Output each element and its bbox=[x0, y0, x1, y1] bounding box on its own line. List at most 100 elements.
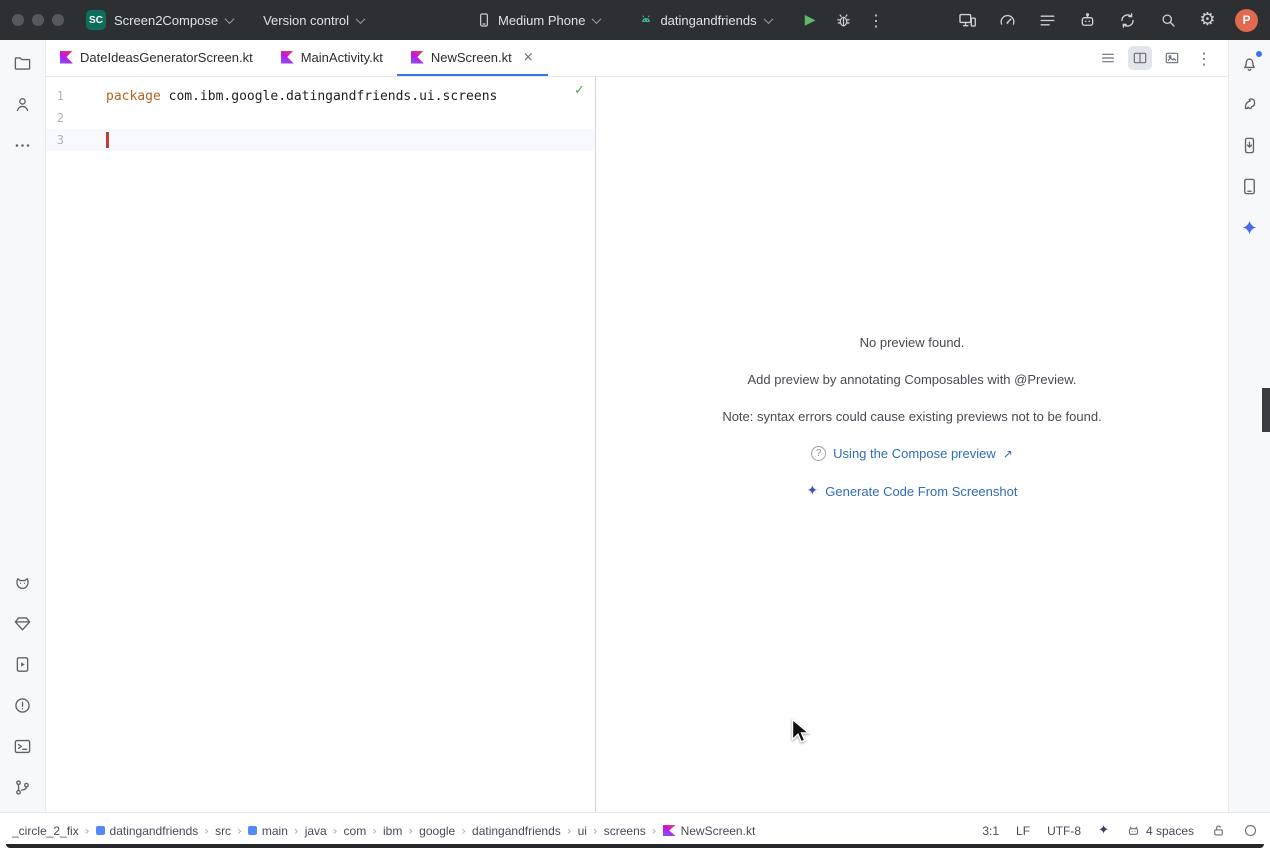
breadcrumb-item[interactable]: main bbox=[248, 824, 288, 838]
more-actions-button[interactable]: ⋮ bbox=[864, 8, 889, 33]
indent-widget[interactable]: 4 spaces bbox=[1126, 823, 1194, 838]
breadcrumb-item[interactable]: _circle_2_fix bbox=[12, 824, 79, 838]
device-explorer-button[interactable] bbox=[1235, 130, 1265, 160]
line-number[interactable]: 1 bbox=[46, 89, 64, 103]
device-manager-button[interactable] bbox=[1235, 171, 1265, 201]
breadcrumb-item[interactable]: com bbox=[344, 824, 367, 838]
more-vertical-icon: ⋮ bbox=[1196, 49, 1212, 68]
window-bottom-edge bbox=[6, 844, 1264, 848]
caret-position-widget[interactable]: 3:1 bbox=[982, 824, 999, 838]
code-line-3[interactable]: 3 bbox=[46, 129, 595, 151]
search-everywhere-button[interactable] bbox=[1155, 8, 1180, 33]
phone-icon bbox=[476, 12, 492, 28]
chevron-down-icon bbox=[225, 14, 235, 24]
run-configuration-selector[interactable]: datingandfriends bbox=[630, 6, 779, 34]
breadcrumb-separator: › bbox=[593, 824, 598, 838]
inspections-ok-icon[interactable]: ✓ bbox=[574, 83, 585, 98]
gem-icon bbox=[13, 614, 32, 633]
project-selector[interactable]: Screen2Compose bbox=[106, 6, 241, 34]
running-devices-button[interactable] bbox=[8, 649, 38, 679]
sparkle-icon: ✦ bbox=[807, 483, 819, 499]
app-quality-insights-button[interactable] bbox=[8, 608, 38, 638]
indent-label: 4 spaces bbox=[1146, 824, 1194, 838]
line-number[interactable]: 3 bbox=[46, 133, 64, 147]
device-manager-icon bbox=[1240, 177, 1259, 196]
kotlin-file-icon bbox=[281, 51, 294, 64]
settings-button[interactable]: ⚙ bbox=[1195, 8, 1220, 33]
encoding-widget[interactable]: UTF-8 bbox=[1047, 824, 1081, 838]
tab-dateideasgeneratorscreen[interactable]: DateIdeasGeneratorScreen.kt bbox=[46, 40, 267, 76]
generate-code-link[interactable]: ✦ Generate Code From Screenshot bbox=[807, 483, 1018, 499]
code-view-button[interactable] bbox=[1096, 46, 1120, 70]
task-list-button[interactable] bbox=[1035, 8, 1060, 33]
people-icon bbox=[13, 95, 32, 114]
gemini-status-icon[interactable]: ✦ bbox=[1098, 823, 1109, 838]
editor-more-button[interactable]: ⋮ bbox=[1192, 46, 1216, 70]
breadcrumb-item-file[interactable]: NewScreen.kt bbox=[663, 824, 756, 838]
chevron-down-icon bbox=[592, 14, 602, 24]
split-view-icon bbox=[1132, 50, 1148, 66]
line-separator-widget[interactable]: LF bbox=[1016, 824, 1030, 838]
kotlin-file-icon bbox=[411, 51, 424, 64]
terminal-tool-button[interactable] bbox=[8, 731, 38, 761]
version-control-tool-button[interactable] bbox=[8, 772, 38, 802]
breadcrumb-item[interactable]: google bbox=[419, 824, 455, 838]
breadcrumb-item[interactable]: screens bbox=[604, 824, 646, 838]
gemini-tool-button[interactable] bbox=[1235, 212, 1265, 242]
ai-assistant-icon bbox=[1078, 11, 1097, 30]
ai-assistant-button[interactable] bbox=[1075, 8, 1100, 33]
compose-preview-help-link[interactable]: ? Using the Compose preview ↗ bbox=[811, 446, 1013, 461]
window-controls[interactable] bbox=[12, 14, 64, 26]
avatar[interactable]: P bbox=[1235, 9, 1258, 32]
code-line-1[interactable]: 1package com.ibm.google.datingandfriends… bbox=[46, 85, 595, 107]
main-area: DateIdeasGeneratorScreen.kt MainActivity… bbox=[0, 40, 1270, 812]
kotlin-file-icon bbox=[60, 51, 73, 64]
run-button[interactable]: ▶ bbox=[798, 8, 823, 33]
minimize-window-icon[interactable] bbox=[32, 14, 44, 26]
sync-project-button[interactable] bbox=[1115, 8, 1140, 33]
breadcrumb-item[interactable]: src bbox=[215, 824, 231, 838]
help-link-text[interactable]: Using the Compose preview bbox=[833, 446, 996, 461]
debug-button[interactable] bbox=[831, 8, 856, 33]
device-mirroring-button[interactable] bbox=[955, 8, 980, 33]
gradle-tool-button[interactable] bbox=[1235, 89, 1265, 119]
version-control-menu[interactable]: Version control bbox=[255, 6, 372, 34]
tab-newscreen[interactable]: NewScreen.kt × bbox=[397, 40, 548, 76]
maximize-window-icon[interactable] bbox=[52, 14, 64, 26]
collaboration-tool-button[interactable] bbox=[8, 89, 38, 119]
breadcrumb-separator: › bbox=[567, 824, 572, 838]
code-editor[interactable]: 1package com.ibm.google.datingandfriends… bbox=[46, 77, 595, 812]
breadcrumb-item[interactable]: ibm bbox=[383, 824, 402, 838]
design-view-button[interactable] bbox=[1160, 46, 1184, 70]
code-view-icon bbox=[1100, 50, 1116, 66]
code-line-2[interactable]: 2 bbox=[46, 107, 595, 129]
generate-link-text[interactable]: Generate Code From Screenshot bbox=[825, 484, 1017, 499]
profiler-button[interactable] bbox=[995, 8, 1020, 33]
breadcrumb-item[interactable]: datingandfriends bbox=[96, 824, 199, 838]
breadcrumb-item[interactable]: ui bbox=[578, 824, 587, 838]
design-view-icon bbox=[1164, 50, 1180, 66]
readonly-lock-icon[interactable] bbox=[1211, 823, 1226, 838]
close-window-icon[interactable] bbox=[12, 14, 24, 26]
status-indicator-icon[interactable] bbox=[1243, 823, 1258, 838]
problems-tool-button[interactable] bbox=[8, 690, 38, 720]
breadcrumb-separator: › bbox=[85, 824, 90, 838]
git-branch-icon bbox=[13, 778, 32, 797]
android-app-icon bbox=[638, 12, 654, 28]
editor-column: DateIdeasGeneratorScreen.kt MainActivity… bbox=[46, 40, 1228, 812]
more-tool-windows-button[interactable] bbox=[8, 130, 38, 160]
split-view-button[interactable] bbox=[1128, 46, 1152, 70]
breadcrumb-separator: › bbox=[408, 824, 413, 838]
project-tool-button[interactable] bbox=[8, 48, 38, 78]
logcat-tool-button[interactable] bbox=[8, 567, 38, 597]
notifications-button[interactable] bbox=[1235, 48, 1265, 78]
device-selector[interactable]: Medium Phone bbox=[468, 6, 608, 34]
tab-mainactivity[interactable]: MainActivity.kt bbox=[267, 40, 397, 76]
line-number[interactable]: 2 bbox=[46, 111, 64, 125]
tab-close-icon[interactable]: × bbox=[523, 50, 534, 65]
breadcrumb-item[interactable]: datingandfriends bbox=[472, 824, 561, 838]
breadcrumb-separator: › bbox=[294, 824, 299, 838]
more-vertical-icon: ⋮ bbox=[868, 11, 884, 30]
breadcrumb-item[interactable]: java bbox=[305, 824, 327, 838]
chevron-down-icon bbox=[763, 14, 773, 24]
